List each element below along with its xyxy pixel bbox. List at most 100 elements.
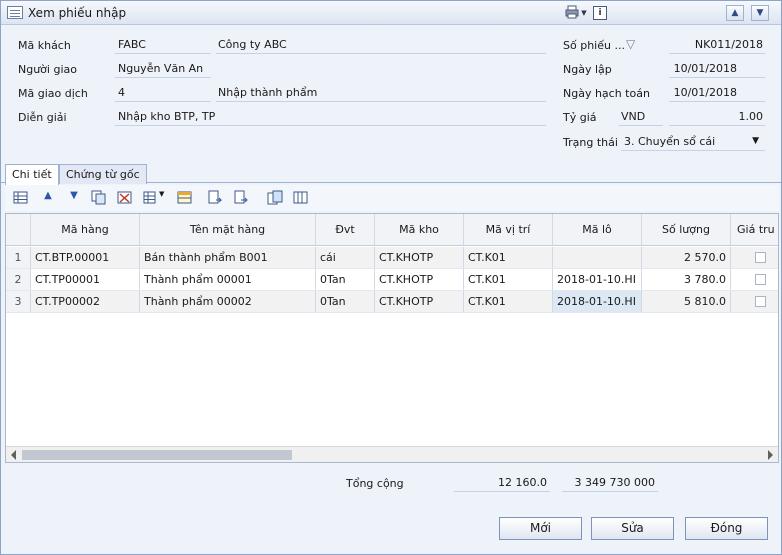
- gia-tru-cell[interactable]: [731, 247, 778, 268]
- column-header[interactable]: Mã vị trí: [464, 214, 553, 245]
- so-phieu-label: Số phiếu ...: [563, 39, 625, 52]
- move-down-icon[interactable]: ▼: [66, 190, 82, 205]
- dvt-cell[interactable]: cái: [316, 247, 375, 268]
- gia-tru-checkbox[interactable]: [755, 274, 766, 285]
- ma-hang-cell[interactable]: CT.TP00001: [31, 269, 140, 290]
- tong-cong-label: Tổng cộng: [346, 477, 404, 490]
- ty-gia-field[interactable]: 1.00: [669, 110, 765, 126]
- tong-so-luong: 12 160.0: [454, 476, 550, 492]
- edit-button[interactable]: Sửa: [591, 517, 674, 540]
- row-number: 1: [6, 247, 31, 268]
- grid-header: Mã hàng Tên mặt hàng Đvt Mã kho Mã vị tr…: [6, 214, 778, 246]
- ngay-hach-toan-label: Ngày hạch toán: [563, 87, 650, 100]
- ten-mat-hang-cell[interactable]: Thành phẩm 00002: [140, 291, 316, 312]
- copy-icon[interactable]: [91, 190, 107, 205]
- table-icon[interactable]: [177, 190, 193, 205]
- nav-down-button[interactable]: ▼: [751, 5, 769, 21]
- grid-toolbar: ▲ ▼ ▼: [5, 185, 779, 211]
- row-number: 2: [6, 269, 31, 290]
- detail-grid: Mã hàng Tên mặt hàng Đvt Mã kho Mã vị tr…: [5, 213, 779, 463]
- new-button[interactable]: Mới: [499, 517, 582, 540]
- funnel-icon[interactable]: ▽: [626, 37, 635, 51]
- window: Xem phiếu nhập ▼ i ▲ ▼ Mã khách FABC Côn…: [0, 0, 782, 555]
- horizontal-scrollbar[interactable]: [6, 446, 778, 462]
- column-header[interactable]: Mã lô: [553, 214, 642, 245]
- ma-vi-tri-cell[interactable]: CT.K01: [464, 269, 553, 290]
- dien-giai-label: Diễn giải: [18, 111, 67, 124]
- window-title: Xem phiếu nhập: [28, 6, 127, 20]
- ma-lo-cell[interactable]: [553, 247, 642, 268]
- column-header[interactable]: Đvt: [316, 214, 375, 245]
- ma-vi-tri-cell[interactable]: CT.K01: [464, 247, 553, 268]
- gia-tru-cell[interactable]: [731, 291, 778, 312]
- ma-hang-cell[interactable]: CT.BTP.00001: [31, 247, 140, 268]
- columns-icon[interactable]: [293, 190, 309, 205]
- printer-dropdown-icon[interactable]: ▼: [580, 5, 588, 21]
- info-icon[interactable]: i: [593, 6, 607, 20]
- nguoi-giao-label: Người giao: [18, 63, 77, 76]
- scroll-right-icon[interactable]: [768, 450, 773, 460]
- tong-tien: 3 349 730 000: [562, 476, 658, 492]
- ma-kho-cell[interactable]: CT.KHOTP: [375, 269, 464, 290]
- printer-icon[interactable]: [563, 5, 581, 21]
- table-row[interactable]: 2 CT.TP00001 Thành phẩm 00001 0Tan CT.KH…: [6, 269, 778, 291]
- dvt-cell[interactable]: 0Tan: [316, 291, 375, 312]
- ma-khach-field[interactable]: FABC: [115, 38, 211, 54]
- table-row[interactable]: 1 CT.BTP.00001 Bán thành phẩm B001 cái C…: [6, 247, 778, 269]
- ten-khach-field: Công ty ABC: [216, 38, 546, 54]
- close-button[interactable]: Đóng: [685, 517, 768, 540]
- window-icon: [7, 6, 23, 19]
- move-up-icon[interactable]: ▲: [40, 190, 56, 205]
- column-header[interactable]: Mã hàng: [31, 214, 140, 245]
- ma-khach-label: Mã khách: [18, 39, 71, 52]
- ngay-hach-toan-field[interactable]: 10/01/2018: [669, 86, 765, 102]
- dvt-cell[interactable]: 0Tan: [316, 269, 375, 290]
- grid-options-icon[interactable]: [143, 190, 159, 205]
- ty-gia-label: Tỷ giá: [563, 111, 597, 124]
- currency-field[interactable]: VND: [619, 110, 663, 126]
- scroll-left-icon[interactable]: [11, 450, 16, 460]
- nav-up-button[interactable]: ▲: [726, 5, 744, 21]
- ma-vi-tri-cell[interactable]: CT.K01: [464, 291, 553, 312]
- ngay-lap-field[interactable]: 10/01/2018: [669, 62, 765, 78]
- dien-giai-field[interactable]: Nhập kho BTP, TP: [115, 110, 546, 126]
- scrollbar-thumb[interactable]: [22, 450, 292, 460]
- column-header[interactable]: Tên mặt hàng: [140, 214, 316, 245]
- ten-giao-dich-field: Nhập thành phẩm: [216, 86, 546, 102]
- ma-kho-cell[interactable]: CT.KHOTP: [375, 291, 464, 312]
- so-luong-cell[interactable]: 2 570.0: [642, 247, 731, 268]
- tab-chi-tiet[interactable]: Chi tiết: [5, 164, 59, 185]
- so-luong-cell[interactable]: 5 810.0: [642, 291, 731, 312]
- ma-giao-dich-label: Mã giao dịch: [18, 87, 88, 100]
- ma-kho-cell[interactable]: CT.KHOTP: [375, 247, 464, 268]
- import-icon[interactable]: [207, 190, 223, 205]
- column-header[interactable]: Số lượng: [642, 214, 731, 245]
- ma-lo-cell[interactable]: 2018-01-10.HI: [553, 269, 642, 290]
- gia-tru-cell[interactable]: [731, 269, 778, 290]
- nguoi-giao-field[interactable]: Nguyễn Văn An: [115, 62, 211, 78]
- grid-options-dropdown-icon[interactable]: ▼: [159, 190, 175, 205]
- trang-thai-value: 3. Chuyển sổ cái: [624, 135, 716, 148]
- tab-bar: Chi tiết Chứng từ gốc: [1, 163, 781, 185]
- ma-giao-dich-field[interactable]: 4: [115, 86, 211, 102]
- gia-tru-checkbox[interactable]: [755, 252, 766, 263]
- ma-lo-cell[interactable]: 2018-01-10.HI: [553, 291, 642, 312]
- so-luong-cell[interactable]: 3 780.0: [642, 269, 731, 290]
- so-phieu-field[interactable]: NK011/2018: [669, 38, 765, 54]
- trang-thai-select[interactable]: 3. Chuyển sổ cái ▼: [621, 135, 765, 151]
- ma-hang-cell[interactable]: CT.TP00002: [31, 291, 140, 312]
- chevron-down-icon[interactable]: ▼: [752, 136, 759, 146]
- gia-tru-checkbox[interactable]: [755, 296, 766, 307]
- insert-row-icon[interactable]: [13, 190, 29, 205]
- delete-row-icon[interactable]: [117, 190, 133, 205]
- export-icon[interactable]: [233, 190, 249, 205]
- row-number: 3: [6, 291, 31, 312]
- tab-chung-tu-goc[interactable]: Chứng từ gốc: [59, 164, 147, 184]
- ten-mat-hang-cell[interactable]: Thành phẩm 00001: [140, 269, 316, 290]
- table-row[interactable]: 3 CT.TP00002 Thành phẩm 00002 0Tan CT.KH…: [6, 291, 778, 313]
- ten-mat-hang-cell[interactable]: Bán thành phẩm B001: [140, 247, 316, 268]
- ngay-lap-label: Ngày lập: [563, 63, 612, 76]
- column-header[interactable]: Giá tru: [731, 214, 778, 245]
- report-icon[interactable]: [267, 190, 283, 205]
- column-header[interactable]: Mã kho: [375, 214, 464, 245]
